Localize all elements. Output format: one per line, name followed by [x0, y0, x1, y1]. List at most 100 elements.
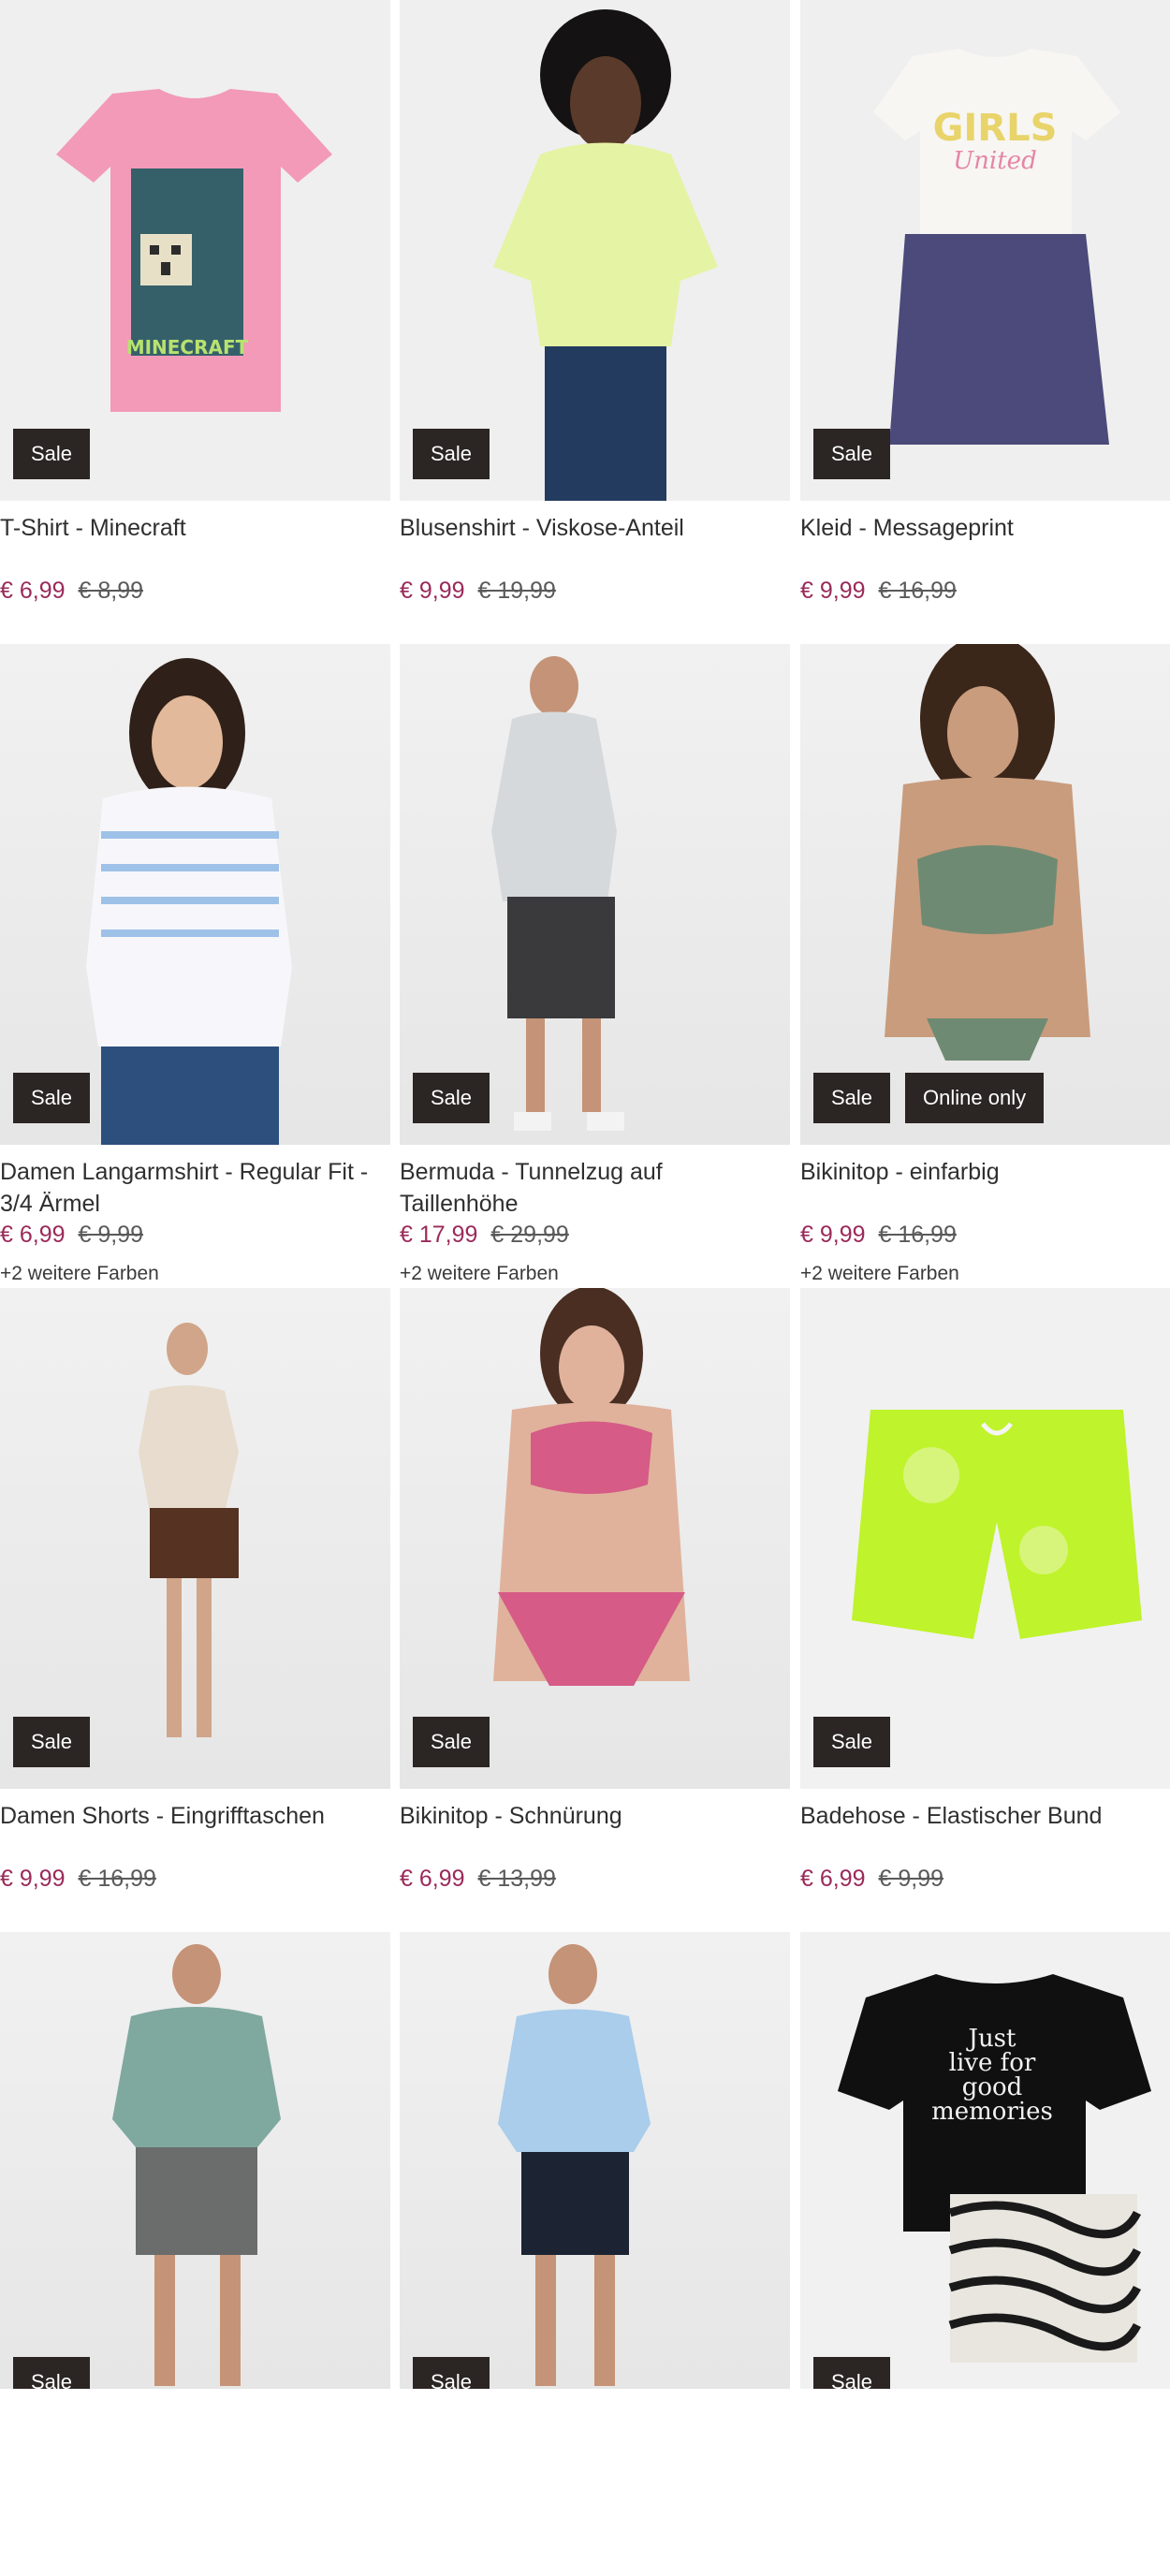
product-title[interactable]: Blusenshirt - Viskose-Anteil [400, 512, 783, 544]
product-photo-bikini-top [885, 644, 1090, 1061]
sale-badge: Sale [813, 429, 891, 479]
product-title[interactable]: Kleid - Messageprint [800, 512, 1170, 544]
price-row: € 6,99 € 8,99 [0, 575, 143, 607]
product-card[interactable]: Sale [400, 1932, 790, 2576]
price-row: € 9,99 € 19,99 [400, 575, 556, 607]
product-image[interactable]: Sale [0, 644, 390, 1145]
original-price: € 9,99 [878, 1866, 944, 1892]
svg-text:United: United [953, 147, 1036, 175]
sale-badge: Sale [413, 1717, 490, 1767]
sale-badge: Sale [413, 2357, 490, 2389]
svg-text:MINECRAFT: MINECRAFT [126, 336, 249, 359]
badge-group: Sale [13, 1717, 91, 1767]
product-title[interactable]: Bermuda - Tunnelzug auf Taillenhöhe [400, 1156, 783, 1220]
product-photo-pink-bikini [493, 1288, 690, 1686]
badge-group: Sale [13, 1073, 91, 1123]
price-row: € 9,99 € 16,99 [0, 1863, 156, 1895]
badge-group: Sale [13, 429, 91, 479]
product-photo-women-shorts [139, 1323, 239, 1737]
more-colors-link[interactable]: +2 weitere Farben [800, 1262, 959, 1286]
product-image[interactable]: Sale [0, 1288, 390, 1789]
product-card[interactable]: Sale Online only Bikinitop - einfarbig €… [800, 644, 1170, 1288]
product-grid: MINECRAFT Sale T-Shirt - Minecraft € 6,9… [0, 0, 1170, 2389]
product-image[interactable]: Sale [400, 0, 790, 501]
original-price: € 16,99 [878, 1222, 957, 1248]
product-title[interactable]: Bikinitop - Schnürung [400, 1800, 783, 1832]
sale-price: € 6,99 [400, 1866, 465, 1892]
product-title[interactable]: Bikinitop - einfarbig [800, 1156, 1170, 1188]
badge-group: Sale Online only [813, 1073, 1045, 1123]
product-title[interactable]: Damen Langarmshirt - Regular Fit - 3/4 Ä… [0, 1156, 384, 1220]
original-price: € 16,99 [878, 578, 957, 604]
sale-price: € 17,99 [400, 1222, 478, 1248]
product-image[interactable]: Sale [800, 1288, 1170, 1789]
product-card[interactable]: Just live for good memories Sale [800, 1932, 1170, 2576]
sale-price: € 9,99 [0, 1866, 66, 1892]
product-card[interactable]: MINECRAFT Sale T-Shirt - Minecraft € 6,9… [0, 0, 390, 644]
sale-price: € 6,99 [800, 1866, 866, 1892]
original-price: € 29,99 [490, 1222, 569, 1248]
product-card[interactable]: GIRLS United Sale Kleid - Messageprint €… [800, 0, 1170, 644]
sale-badge: Sale [413, 1073, 490, 1123]
product-photo-girls-dress: GIRLS United [873, 49, 1120, 445]
product-photo-swim-shorts [852, 1410, 1142, 1639]
sale-badge: Sale [813, 1717, 891, 1767]
product-card[interactable]: Sale [0, 1932, 390, 2576]
sale-badge: Sale [13, 1717, 91, 1767]
product-card[interactable]: Sale Blusenshirt - Viskose-Anteil € 9,99… [400, 0, 790, 644]
original-price: € 16,99 [78, 1866, 156, 1892]
badge-group: Sale [813, 2357, 891, 2389]
sale-price: € 9,99 [400, 578, 465, 604]
product-image[interactable]: Sale [400, 644, 790, 1145]
sale-badge: Sale [813, 1073, 891, 1123]
original-price: € 13,99 [477, 1866, 556, 1892]
product-image[interactable]: Just live for good memories Sale [800, 1932, 1170, 2389]
badge-group: Sale [413, 2357, 490, 2389]
badge-group: Sale [813, 429, 891, 479]
more-colors-link[interactable]: +2 weitere Farben [400, 1262, 559, 1286]
product-image[interactable]: MINECRAFT Sale [0, 0, 390, 501]
product-image[interactable]: Sale [400, 1932, 790, 2389]
product-card[interactable]: Sale Badehose - Elastischer Bund € 6,99 €… [800, 1288, 1170, 1932]
product-card[interactable]: Sale Bermuda - Tunnelzug auf Taillenhöhe… [400, 644, 790, 1288]
price-row: € 9,99 € 16,99 [800, 1219, 957, 1251]
original-price: € 9,99 [78, 1222, 144, 1248]
original-price: € 8,99 [78, 578, 144, 604]
price-row: € 6,99 € 13,99 [400, 1863, 556, 1895]
svg-text:memories: memories [931, 2098, 1053, 2126]
product-card[interactable]: Sale Damen Shorts - Eingrifftaschen € 9,… [0, 1288, 390, 1932]
price-row: € 6,99 € 9,99 [800, 1863, 943, 1895]
product-photo-leaf-print-shirt [112, 1944, 281, 2386]
product-card[interactable]: Sale Damen Langarmshirt - Regular Fit - … [0, 644, 390, 1288]
badge-group: Sale [413, 1073, 490, 1123]
sale-badge: Sale [813, 2357, 891, 2389]
product-title[interactable]: Damen Shorts - Eingrifftaschen [0, 1800, 384, 1832]
product-image[interactable]: GIRLS United Sale [800, 0, 1170, 501]
sale-badge: Sale [13, 2357, 91, 2389]
badge-group: Sale [813, 1717, 891, 1767]
product-image[interactable]: Sale [400, 1288, 790, 1789]
badge-group: Sale [13, 2357, 91, 2389]
product-image[interactable]: Sale Online only [800, 644, 1170, 1145]
sale-badge: Sale [413, 429, 490, 479]
product-photo-striped-shirt [86, 658, 292, 1145]
price-row: € 9,99 € 16,99 [800, 575, 957, 607]
product-title[interactable]: T-Shirt - Minecraft [0, 512, 384, 544]
price-row: € 6,99 € 9,99 [0, 1219, 143, 1251]
product-title[interactable]: Badehose - Elastischer Bund [800, 1800, 1170, 1832]
product-image[interactable]: Sale [0, 1932, 390, 2389]
more-colors-link[interactable]: +2 weitere Farben [0, 1262, 159, 1286]
sale-badge: Sale [13, 1073, 91, 1123]
online-only-badge: Online only [905, 1073, 1045, 1123]
badge-group: Sale [413, 1717, 490, 1767]
product-photo-model-lime-shirt [493, 9, 718, 501]
sale-price: € 9,99 [800, 1222, 866, 1248]
product-photo-pyjama-set: Just live for good memories [838, 1974, 1151, 2363]
badge-group: Sale [413, 429, 490, 479]
product-card[interactable]: Sale Bikinitop - Schnürung € 6,99 € 13,99 [400, 1288, 790, 1932]
sale-badge: Sale [13, 429, 91, 479]
product-photo-light-blue-shirt [498, 1944, 651, 2386]
original-price: € 19,99 [477, 578, 556, 604]
sale-price: € 9,99 [800, 578, 866, 604]
svg-text:GIRLS: GIRLS [933, 107, 1058, 150]
